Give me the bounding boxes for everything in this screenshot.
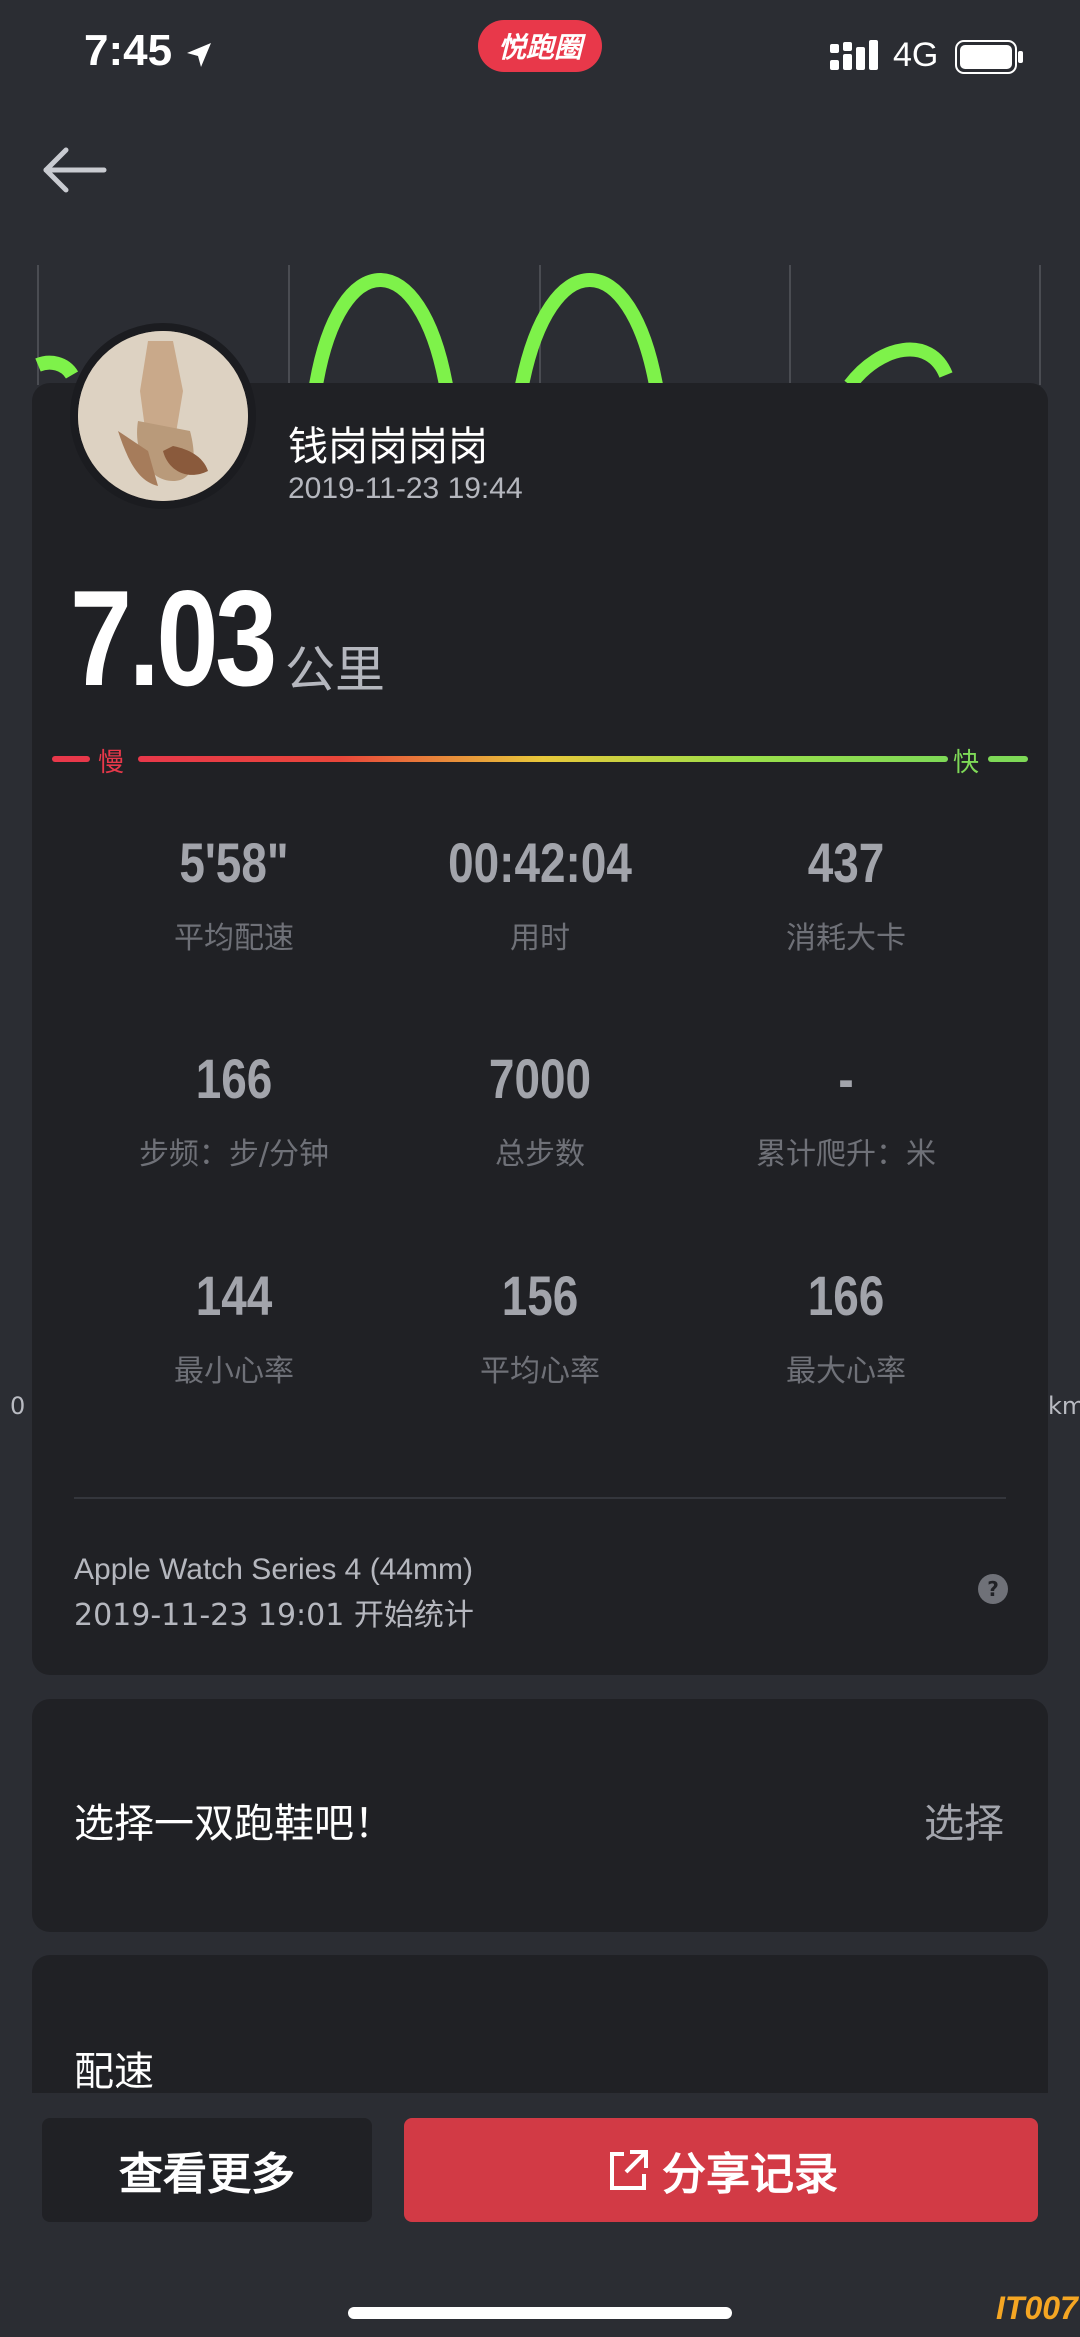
stat-min-heart-rate: 144 最小心率 [84,1263,384,1390]
pace-slow-label: 慢 [98,748,125,778]
stat-avg-heart-rate: 156 平均心率 [390,1263,690,1390]
status-bar: 7:45 悦跑圈 4G [0,0,1080,120]
card-divider [74,1497,1006,1499]
home-indicator[interactable] [348,2307,732,2319]
chart-axis-end-label: km [1048,1392,1080,1420]
stat-value: 166 [807,1264,885,1327]
stat-value: 00:42:04 [448,831,632,894]
pace-gradient-bar [52,756,1028,762]
ballet-shoes-photo [78,331,248,501]
run-datetime: 2019-11-23 19:44 [288,472,523,505]
device-name: Apple Watch Series 4 (44mm) [74,1553,474,1586]
signal-strength-icon [830,40,878,70]
stat-label: 平均配速 [174,921,294,956]
stat-avg-pace: 5'58" 平均配速 [84,830,384,957]
network-type-label: 4G [893,36,939,74]
stat-label: 最小心率 [174,1354,294,1389]
pace-fast-label: 快 [953,748,980,778]
username: 钱岗岗岗岗 [288,424,488,470]
stat-total-steps: 7000 总步数 [390,1046,690,1173]
stat-label: 最大心率 [786,1354,906,1389]
shoe-prompt: 选择一双跑鞋吧！ [74,1801,394,1847]
stat-calories: 437 消耗大卡 [696,830,996,957]
stat-label: 累计爬升：米 [756,1137,936,1172]
stat-label: 平均心率 [480,1354,600,1389]
shoe-select-button[interactable]: 选择 [924,1791,1004,1849]
user-avatar[interactable] [70,323,256,509]
stat-value: 437 [807,831,885,894]
stat-label: 总步数 [495,1137,585,1172]
stat-value: - [838,1047,854,1110]
stat-cadence: 166 步频：步/分钟 [84,1046,384,1173]
share-record-label: 分享记录 [662,2149,838,2200]
share-icon [610,2150,648,2190]
stat-max-heart-rate: 166 最大心率 [696,1263,996,1390]
location-arrow-icon [187,43,211,67]
stat-label: 步频：步/分钟 [138,1137,330,1172]
distance-unit: 公里 [285,641,385,699]
battery-icon [955,40,1023,74]
pace-section-title: 配速 [74,2049,154,2095]
stat-label: 用时 [510,921,570,956]
status-time: 7:45 [84,26,173,75]
app-brand-badge: 悦跑圈 [478,20,602,72]
stat-value: 7000 [488,1047,592,1110]
shoe-select-card[interactable]: 选择一双跑鞋吧！ 选择 [32,1699,1048,1932]
stat-value: 144 [195,1264,273,1327]
stat-value: 5'58" [179,831,289,894]
run-detail-screen: 7:45 悦跑圈 4G 0 km 钱岗岗岗岗 2019-11-23 19:44 … [0,0,1080,2337]
chart-axis-start-label: 0 [10,1392,26,1420]
stat-duration: 00:42:04 用时 [390,830,690,957]
device-start-time: 2019-11-23 19:01 开始统计 [74,1598,474,1633]
view-more-button[interactable]: 查看更多 [42,2118,372,2222]
bottom-action-bar: 查看更多 分享记录 [0,2093,1080,2337]
help-icon[interactable]: ? [978,1574,1008,1604]
stat-value: 156 [501,1264,579,1327]
back-arrow-icon[interactable] [40,140,120,200]
stat-label: 消耗大卡 [786,921,906,956]
stat-elevation-gain: - 累计爬升：米 [696,1046,996,1173]
stat-value: 166 [195,1047,273,1110]
distance-value: 7.03 [70,562,277,714]
watermark-logo: IT007 [996,2290,1078,2326]
share-record-button[interactable]: 分享记录 [404,2118,1038,2222]
